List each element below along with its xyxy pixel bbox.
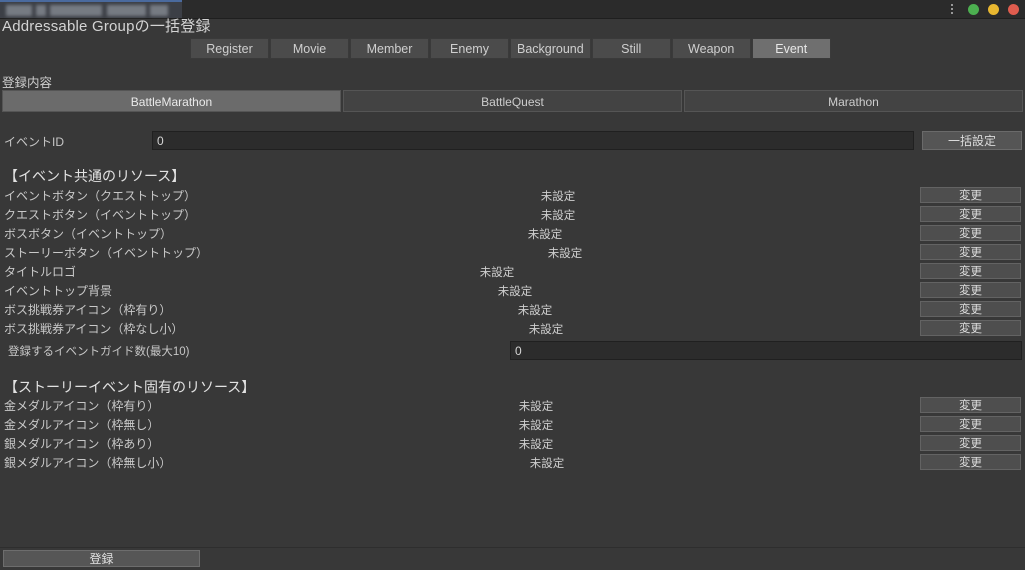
resource-value: 未設定: [518, 439, 554, 451]
change-button[interactable]: 変更: [920, 187, 1021, 203]
guide-count-row: 登録するイベントガイド数(最大10): [0, 341, 1025, 360]
change-button[interactable]: 変更: [920, 282, 1021, 298]
sub-tab-bar: BattleMarathon BattleQuest Marathon: [2, 90, 1023, 112]
resource-label: 銀メダルアイコン（枠あり）: [4, 437, 160, 451]
minimize-dot[interactable]: [968, 3, 979, 15]
change-button[interactable]: 変更: [920, 263, 1021, 279]
main-tab-weapon[interactable]: Weapon: [671, 38, 751, 59]
common-resources-heading: 【イベント共通のリソース】: [4, 168, 186, 184]
resource-label: ボス挑戦券アイコン（枠有り）: [4, 303, 172, 317]
event-id-label: イベントID: [4, 135, 65, 149]
main-tab-register[interactable]: Register: [190, 38, 269, 59]
resource-label: クエストボタン（イベントトップ）: [4, 208, 197, 222]
resource-label: 金メダルアイコン（枠無し）: [4, 418, 160, 432]
resource-label: イベントトップ背景: [4, 284, 113, 298]
main-tab-background[interactable]: Background: [510, 38, 591, 59]
resource-row: 金メダルアイコン（枠有り） 未設定 変更: [0, 396, 1025, 415]
resource-row: イベントボタン（クエストトップ） 未設定 変更: [0, 186, 1025, 205]
resource-row: イベントトップ背景 未設定 変更: [0, 281, 1025, 300]
registration-content-label: 登録内容: [2, 76, 53, 90]
change-button[interactable]: 変更: [920, 320, 1021, 336]
maximize-dot[interactable]: [988, 3, 999, 15]
main-tab-member[interactable]: Member: [350, 38, 429, 59]
guide-count-label: 登録するイベントガイド数(最大10): [8, 346, 190, 358]
resource-value: 未設定: [540, 210, 576, 222]
change-button[interactable]: 変更: [920, 244, 1021, 260]
resource-label: 銀メダルアイコン（枠無し小）: [4, 456, 172, 470]
resource-row: クエストボタン（イベントトップ） 未設定 変更: [0, 205, 1025, 224]
main-tab-enemy[interactable]: Enemy: [430, 38, 509, 59]
resource-value: 未設定: [518, 401, 554, 413]
resource-value: 未設定: [528, 324, 564, 336]
resource-row: 銀メダルアイコン（枠無し小） 未設定 変更: [0, 453, 1025, 472]
close-dot[interactable]: [1008, 3, 1019, 15]
resource-value: 未設定: [479, 267, 515, 279]
bulk-set-button[interactable]: 一括設定: [922, 131, 1022, 150]
resource-row: 金メダルアイコン（枠無し） 未設定 変更: [0, 415, 1025, 434]
browser-tab-title-redacted: [6, 5, 174, 16]
resource-row: ボス挑戦券アイコン（枠なし小） 未設定 変更: [0, 319, 1025, 338]
titlebar-controls: [947, 0, 1019, 18]
resource-label: タイトルロゴ: [4, 265, 77, 279]
resource-label: ボスボタン（イベントトップ）: [4, 227, 173, 241]
browser-tab[interactable]: [0, 0, 182, 18]
resource-value: 未設定: [527, 229, 563, 241]
change-button[interactable]: 変更: [920, 397, 1021, 413]
resource-row: 銀メダルアイコン（枠あり） 未設定 変更: [0, 434, 1025, 453]
resource-row: ボスボタン（イベントトップ） 未設定 変更: [0, 224, 1025, 243]
change-button[interactable]: 変更: [920, 454, 1021, 470]
main-tab-movie[interactable]: Movie: [270, 38, 349, 59]
page-title: Addressable Groupの一括登録: [2, 18, 211, 35]
main-tab-still[interactable]: Still: [591, 38, 671, 59]
change-button[interactable]: 変更: [920, 206, 1021, 222]
resource-value: 未設定: [540, 191, 576, 203]
resource-value: 未設定: [517, 305, 553, 317]
main-tab-event[interactable]: Event: [751, 38, 831, 59]
guide-count-input[interactable]: [510, 341, 1022, 360]
kebab-menu-icon[interactable]: [947, 2, 957, 16]
register-button[interactable]: 登録: [3, 550, 200, 567]
change-button[interactable]: 変更: [920, 301, 1021, 317]
main-tab-bar: Register Movie Member Enemy Background Still W…: [190, 38, 831, 59]
change-button[interactable]: 変更: [920, 225, 1021, 241]
resource-value: 未設定: [547, 248, 583, 260]
footer-divider: [0, 547, 1025, 548]
resource-value: 未設定: [529, 458, 565, 470]
change-button[interactable]: 変更: [920, 416, 1021, 432]
resource-value: 未設定: [497, 286, 533, 298]
resource-row: ボス挑戦券アイコン（枠有り） 未設定 変更: [0, 300, 1025, 319]
resource-label: 金メダルアイコン（枠有り）: [4, 399, 160, 413]
event-id-row: イベントID 一括設定: [0, 131, 1025, 150]
resource-label: ボス挑戦券アイコン（枠なし小）: [4, 322, 184, 336]
sub-tab-battlequest[interactable]: BattleQuest: [343, 90, 682, 112]
resource-value: 未設定: [518, 420, 554, 432]
resource-row: ストーリーボタン（イベントトップ） 未設定 変更: [0, 243, 1025, 262]
resource-row: タイトルロゴ 未設定 変更: [0, 262, 1025, 281]
resource-label: イベントボタン（クエストトップ）: [4, 189, 197, 203]
story-resources-heading: 【ストーリーイベント固有のリソース】: [4, 379, 256, 395]
resource-label: ストーリーボタン（イベントトップ）: [4, 246, 209, 260]
window-titlebar: [0, 0, 1025, 19]
sub-tab-marathon[interactable]: Marathon: [684, 90, 1023, 112]
sub-tab-battlemarathon[interactable]: BattleMarathon: [2, 90, 341, 112]
change-button[interactable]: 変更: [920, 435, 1021, 451]
event-id-input[interactable]: [152, 131, 914, 150]
